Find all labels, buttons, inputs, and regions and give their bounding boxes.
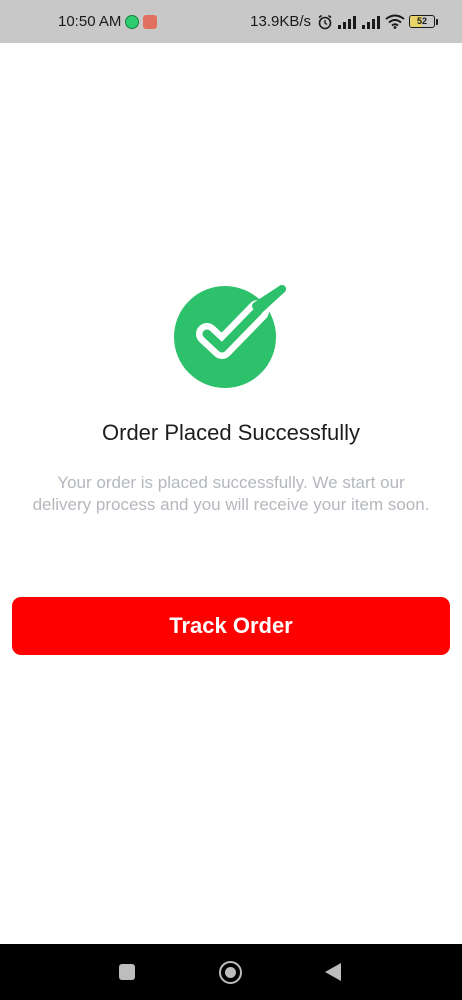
signal-icon: [338, 15, 356, 29]
whatsapp-icon: [125, 14, 140, 29]
track-order-button[interactable]: Track Order: [12, 597, 450, 655]
battery-icon: 52: [409, 15, 438, 28]
order-success-screen: 10:50 AM 13.9KB/s 52 Order Placed Succes…: [0, 0, 462, 1000]
wifi-icon: [385, 14, 405, 29]
network-speed: 13.9KB/s: [250, 13, 311, 30]
back-icon[interactable]: [325, 963, 341, 981]
page-title: Order Placed Successfully: [102, 420, 360, 445]
success-message: Your order is placed successfully. We st…: [32, 473, 430, 514]
alarm-icon: [318, 14, 332, 29]
status-bar-left: 10:50 AM: [58, 13, 158, 30]
battery-level: 52: [416, 16, 427, 26]
status-bar: 10:50 AM 13.9KB/s 52: [0, 0, 462, 43]
system-nav-bar: [0, 944, 462, 1000]
signal-icon: [362, 15, 380, 29]
app-notification-icon: [143, 14, 158, 29]
status-time: 10:50 AM: [58, 13, 122, 30]
recents-icon[interactable]: [119, 964, 135, 980]
status-bar-right: 13.9KB/s 52: [250, 13, 438, 30]
home-icon[interactable]: [219, 961, 242, 984]
check-circle-icon: [174, 285, 286, 388]
